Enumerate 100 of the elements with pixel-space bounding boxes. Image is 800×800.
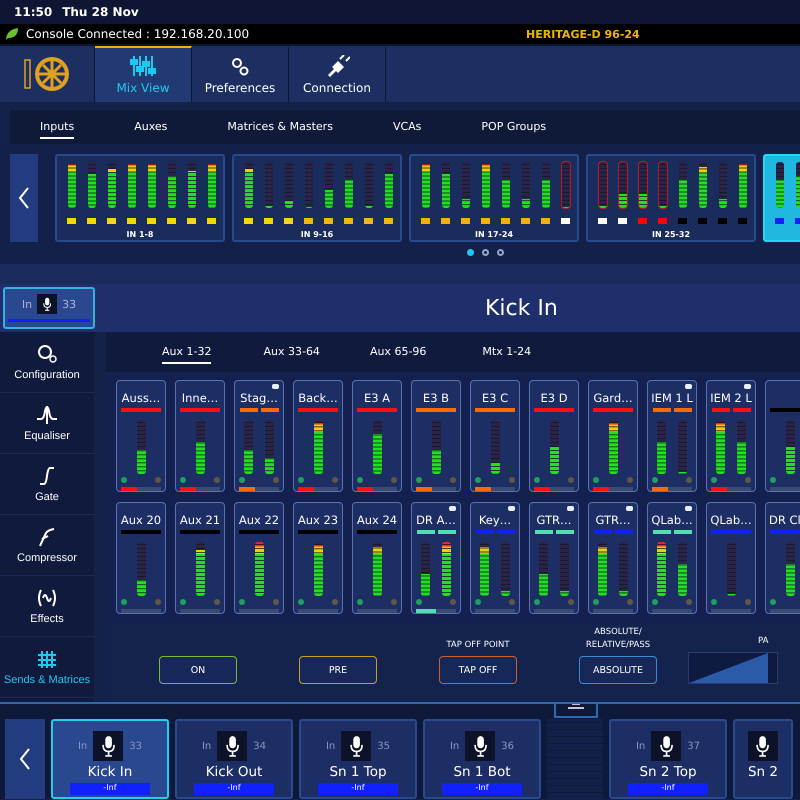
channel-name: Kick In bbox=[88, 764, 132, 780]
microphone-icon bbox=[102, 735, 115, 757]
level-meter bbox=[786, 420, 794, 474]
send-strip[interactable]: Inne… bbox=[175, 380, 225, 492]
send-level-track bbox=[416, 487, 456, 491]
channel-card[interactable]: In 37 Sn 2 Top -Inf bbox=[609, 719, 727, 799]
channel-card[interactable]: Sn 2 bbox=[733, 719, 793, 799]
level-meter bbox=[726, 542, 736, 596]
send-strip[interactable]: Aux 23 bbox=[293, 502, 343, 614]
send-strip[interactable] bbox=[765, 380, 800, 492]
send-strip[interactable]: E3 C bbox=[470, 380, 520, 492]
send-tab[interactable]: Aux 33-64 bbox=[263, 340, 320, 364]
send-strip[interactable]: Aux 21 bbox=[175, 502, 225, 614]
channel-card[interactable]: In 34 Kick Out -Inf bbox=[175, 719, 293, 799]
control-caption: PA bbox=[758, 635, 768, 648]
send-name: QLab… bbox=[710, 513, 752, 527]
sidebar-item[interactable]: Effects bbox=[0, 576, 94, 637]
microphone-icon bbox=[350, 735, 363, 757]
send-strip[interactable]: Gard… bbox=[588, 380, 638, 492]
section-tab[interactable]: POP Groups bbox=[481, 116, 546, 138]
level-meter bbox=[136, 542, 146, 596]
level-meter bbox=[314, 420, 322, 474]
send-level-track bbox=[416, 609, 456, 613]
level-meter bbox=[136, 420, 146, 474]
level-meter bbox=[657, 542, 666, 596]
send-name: DR A… bbox=[416, 513, 456, 527]
send-strip[interactable]: Back… bbox=[293, 380, 343, 492]
channel-bank[interactable]: IN 17-24 bbox=[409, 154, 579, 242]
send-strip[interactable]: DR A… bbox=[411, 502, 461, 614]
channel-number: 33 bbox=[62, 298, 76, 310]
sidebar-item[interactable]: Configuration bbox=[0, 332, 94, 393]
channel-type: In bbox=[636, 740, 646, 752]
level-meter bbox=[619, 542, 628, 596]
bell-curve-icon bbox=[36, 404, 58, 424]
connection-status: Console Connected : 192.168.20.100 bbox=[26, 27, 250, 41]
grid-icon bbox=[36, 648, 58, 668]
channel-bank[interactable]: IN 9-16 bbox=[232, 154, 402, 242]
send-strip[interactable]: IEM 1 L bbox=[647, 380, 697, 492]
channel-number: 37 bbox=[687, 740, 700, 752]
send-name: E3 B bbox=[422, 391, 450, 405]
channel-card[interactable]: In 35 Sn 1 Top -Inf bbox=[299, 719, 417, 799]
send-tab[interactable]: Aux 65-96 bbox=[370, 340, 426, 364]
channel-bank[interactable]: IN 25-32 bbox=[586, 154, 756, 242]
send-strip[interactable]: Aux 20 bbox=[116, 502, 166, 614]
send-strip[interactable]: IEM 2 L bbox=[706, 380, 756, 492]
send-level-track bbox=[180, 487, 220, 491]
sidebar-item[interactable]: Sends & Matrices bbox=[0, 637, 94, 698]
send-option-button[interactable]: ABSOLUTE bbox=[579, 656, 657, 684]
send-strip[interactable]: DR Cl bbox=[765, 502, 800, 614]
send-strip[interactable]: Auss… bbox=[116, 380, 166, 492]
level-meter bbox=[254, 542, 264, 596]
section-tab[interactable]: Inputs bbox=[40, 116, 74, 138]
send-option-button[interactable]: PRE bbox=[299, 656, 377, 684]
microphone-icon bbox=[42, 297, 52, 311]
page-dot[interactable] bbox=[496, 249, 504, 256]
send-strip[interactable]: E3 B bbox=[411, 380, 461, 492]
level-meter bbox=[608, 420, 618, 474]
channel-name: Sn 2 bbox=[748, 764, 778, 780]
channel-bank[interactable]: IN 1-8 bbox=[55, 154, 225, 242]
level-meter bbox=[560, 542, 569, 596]
control-caption: TAP OFF POINT bbox=[445, 639, 511, 652]
channel-card[interactable]: In 36 Sn 1 Bot -Inf bbox=[423, 719, 541, 799]
send-option-button[interactable]: ON bbox=[159, 656, 237, 684]
send-name: Back… bbox=[298, 391, 338, 405]
send-strip[interactable]: Key… bbox=[470, 502, 520, 614]
send-strip[interactable]: Stag… bbox=[234, 380, 284, 492]
send-level-track bbox=[711, 487, 751, 491]
level-meter bbox=[442, 542, 451, 596]
channel-chip[interactable]: In 33 bbox=[3, 287, 95, 329]
nav-tab[interactable]: Mix View bbox=[95, 46, 192, 102]
send-level-track bbox=[652, 487, 692, 491]
send-strip[interactable]: QLab… bbox=[706, 502, 756, 614]
send-strip[interactable]: GTR… bbox=[588, 502, 638, 614]
section-tab[interactable]: Auxes bbox=[134, 116, 168, 138]
sidebar-item[interactable]: Equaliser bbox=[0, 393, 94, 454]
send-strip[interactable]: GTR… bbox=[529, 502, 579, 614]
channel-number: 35 bbox=[377, 740, 390, 752]
send-option-button[interactable]: TAP OFF bbox=[439, 656, 517, 684]
microphone-icon bbox=[226, 735, 239, 757]
send-strip[interactable]: Aux 24 bbox=[352, 502, 402, 614]
channel-card[interactable]: In 33 Kick In -Inf bbox=[51, 719, 169, 799]
send-name: E3 A bbox=[364, 391, 390, 405]
send-strip[interactable]: E3 D bbox=[529, 380, 579, 492]
section-tab[interactable]: VCAs bbox=[392, 116, 422, 138]
channel-number: 33 bbox=[129, 740, 142, 752]
send-strip[interactable]: Aux 22 bbox=[234, 502, 284, 614]
send-name: Aux 23 bbox=[298, 513, 338, 527]
sidebar-item[interactable]: Gate bbox=[0, 454, 94, 515]
section-tab[interactable]: Matrices & Masters bbox=[227, 116, 333, 138]
send-strip[interactable]: E3 A bbox=[352, 380, 402, 492]
page-dot[interactable] bbox=[466, 249, 474, 256]
pan-control[interactable] bbox=[688, 652, 778, 684]
send-strip[interactable]: QLab… bbox=[647, 502, 697, 614]
send-tab[interactable]: Aux 1-32 bbox=[162, 340, 212, 364]
channel-number: 36 bbox=[501, 740, 514, 752]
page-dot[interactable] bbox=[482, 249, 488, 256]
scroll-left-button[interactable] bbox=[10, 154, 38, 242]
send-tab[interactable]: Mtx 1-24 bbox=[482, 340, 532, 364]
send-name: QLab… bbox=[651, 513, 693, 527]
sidebar-item[interactable]: Compressor bbox=[0, 515, 94, 576]
